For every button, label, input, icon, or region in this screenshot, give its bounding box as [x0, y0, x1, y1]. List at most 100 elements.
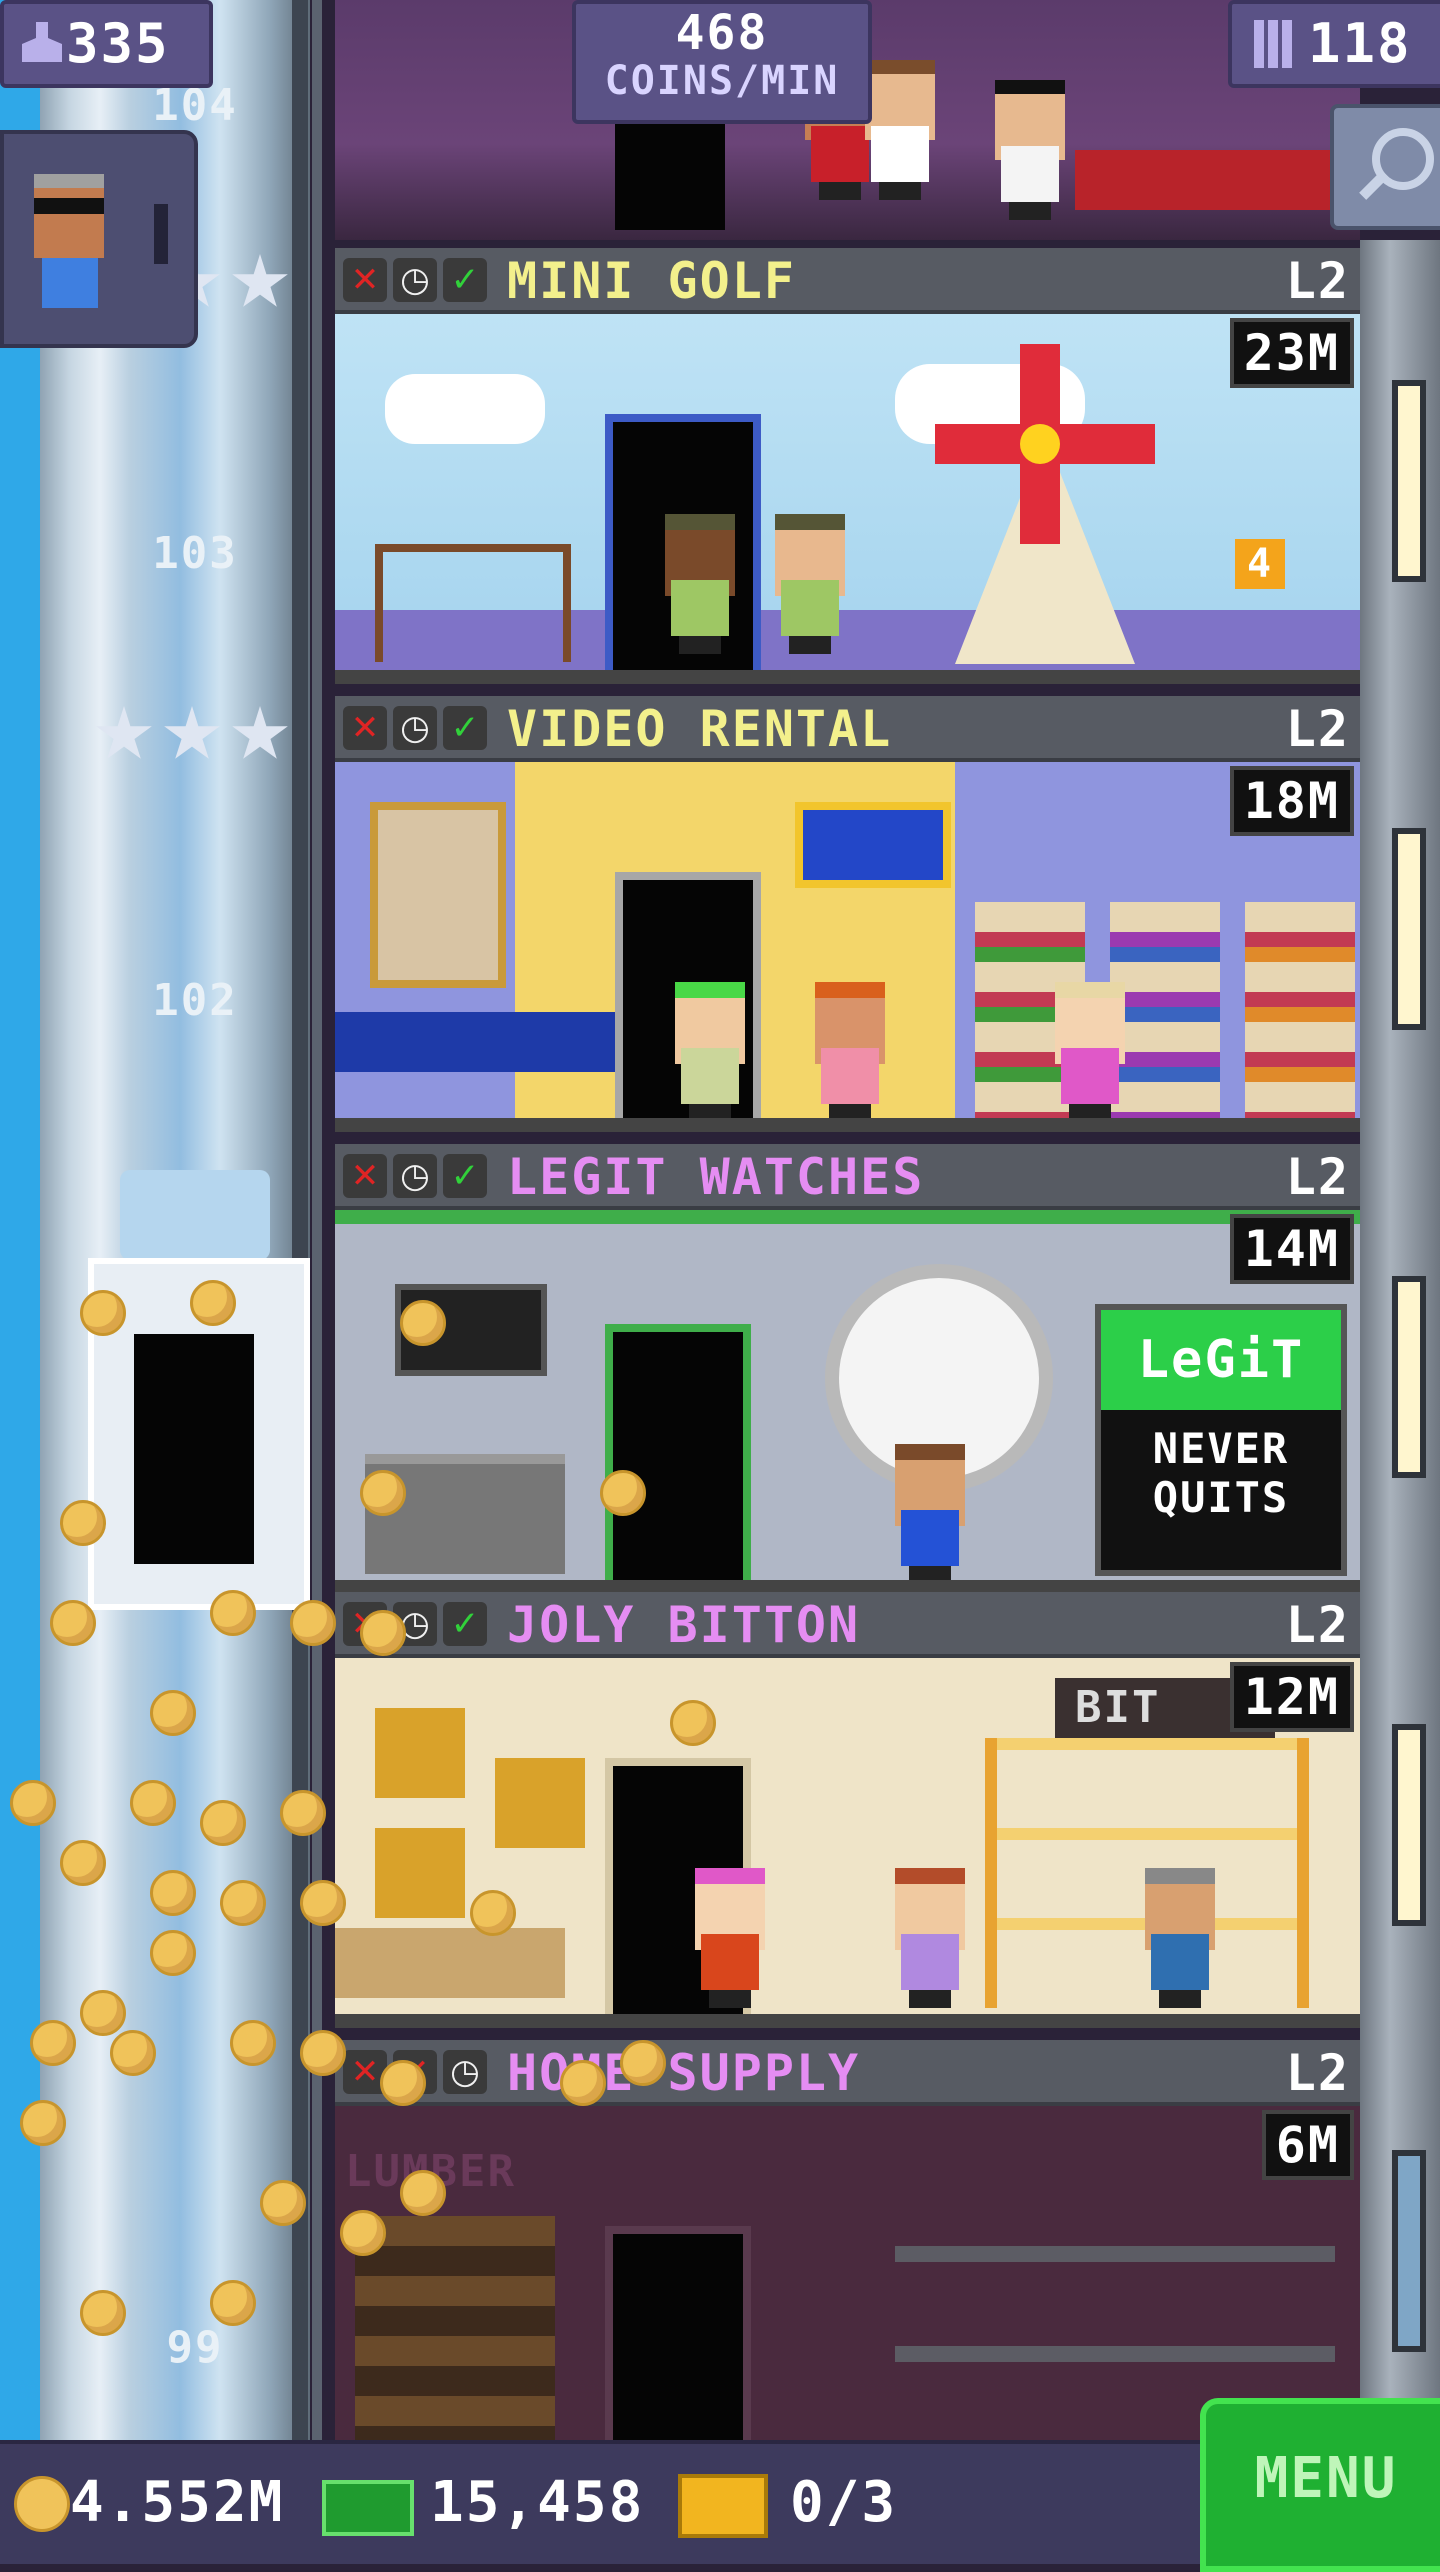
club-rack	[375, 544, 571, 662]
floor-income: 23M	[1229, 318, 1354, 388]
coin-icon	[130, 1780, 176, 1826]
building-icon	[1254, 20, 1294, 68]
floor-count-counter[interactable]: 118	[1228, 0, 1440, 88]
coin-icon	[150, 1870, 196, 1916]
coin-icon	[220, 1880, 266, 1926]
star-icon	[164, 706, 220, 759]
coin-icon	[560, 2060, 606, 2106]
coin-icon	[380, 2060, 426, 2106]
coin-icon	[60, 1840, 106, 1886]
coin-icon	[14, 2476, 70, 2532]
floor-number-label: 103	[152, 528, 238, 579]
bitizen[interactable]	[895, 1444, 965, 1584]
x-icon: ✕	[343, 1154, 387, 1198]
floor-mini-golf[interactable]: ✕ ◷ ✓ MINI GOLF L2 4 23M	[335, 248, 1360, 696]
floor-status-icons: ✕ ◷ ✓	[343, 1154, 487, 1198]
tool-shelf	[895, 2346, 1335, 2362]
bitizen[interactable]	[775, 514, 845, 654]
floor-status-icons: ✕ ◷ ✓	[343, 258, 487, 302]
bag-display	[495, 1758, 585, 1848]
coin-icon	[30, 2020, 76, 2066]
bitizen[interactable]	[895, 1868, 965, 2008]
coin-icon	[20, 2100, 66, 2146]
tool-shelf	[895, 2246, 1335, 2262]
floor-room: LeGiT NEVER QUITS	[335, 1210, 1360, 1594]
floor-room: LUMBER	[335, 2106, 1360, 2440]
star-icon	[232, 706, 288, 759]
floor-video-rental[interactable]: ✕ ◷ ✓ VIDEO RENTAL L2 18M	[335, 696, 1360, 1144]
bitizen-avatar	[34, 174, 104, 258]
bitizen[interactable]	[1055, 982, 1125, 1122]
coin-icon	[400, 1300, 446, 1346]
floor-home-supply[interactable]: ✕ ✕ ◷ HOME SUPPLY L2 LUMBER 6M	[335, 2040, 1360, 2440]
counter	[335, 1928, 565, 1998]
windmill-blades	[935, 344, 1155, 544]
floor-door	[615, 120, 725, 230]
check-icon: ✓	[443, 706, 487, 750]
search-button[interactable]	[1330, 104, 1440, 230]
poster	[370, 802, 506, 988]
coin-icon	[80, 2290, 126, 2336]
clock-icon: ◷	[393, 1154, 437, 1198]
population-value: 335	[66, 12, 170, 75]
bitizen[interactable]	[675, 982, 745, 1122]
floor-room: BIT	[335, 1658, 1360, 2028]
person-icon	[22, 22, 62, 62]
wall-light	[1392, 2150, 1426, 2352]
elevator-cable-housing	[120, 1170, 270, 1260]
floor-income: 14M	[1229, 1214, 1354, 1284]
coin-icon	[210, 2280, 256, 2326]
lumber-rack	[355, 2216, 555, 2440]
hole-number-sign: 4	[1235, 539, 1285, 589]
legit-sign: LeGiT NEVER QUITS	[1095, 1304, 1347, 1576]
coins-value: 4.552M	[70, 2470, 285, 2535]
bitizen[interactable]	[695, 1868, 765, 2008]
floor-name: MINI GOLF	[507, 252, 796, 310]
floor-level: L2	[1285, 252, 1350, 310]
bitizen[interactable]	[1145, 1868, 1215, 2008]
floor-income: 18M	[1229, 766, 1354, 836]
floor-level: L2	[1285, 1596, 1350, 1654]
check-icon: ✓	[443, 258, 487, 302]
video-shelf	[1110, 902, 1220, 1122]
coin-icon	[80, 1290, 126, 1336]
floor-header: ✕ ◷ ✓ LEGIT WATCHES L2	[335, 1144, 1360, 1210]
bag-display	[375, 1828, 465, 1918]
chests-value: 0/3	[790, 2470, 898, 2535]
wall-light	[1392, 1276, 1426, 1478]
floor-legit-watches[interactable]: ✕ ◷ ✓ LEGIT WATCHES L2 LeGiT NEVER QUITS…	[335, 1144, 1360, 1594]
coin-icon	[260, 2180, 306, 2226]
display-case	[365, 1454, 565, 1574]
vip-bitizen-card[interactable]	[0, 130, 198, 348]
bitizen[interactable]	[665, 514, 735, 654]
menu-button[interactable]: MENU	[1200, 2398, 1440, 2572]
star-icon	[96, 706, 152, 759]
x-icon: ✕	[343, 258, 387, 302]
bitizen[interactable]	[865, 60, 935, 200]
coin-icon	[340, 2210, 386, 2256]
bux-icon	[322, 2480, 414, 2536]
wall-light	[1392, 828, 1426, 1030]
coins-per-min-panel[interactable]: 468 COINS/MIN	[572, 0, 872, 124]
floor-count-value: 118	[1308, 12, 1412, 75]
coin-icon	[300, 1880, 346, 1926]
population-counter[interactable]: 335	[0, 0, 213, 88]
coin-icon	[80, 1990, 126, 2036]
floor-header: ✕ ◷ ✓ MINI GOLF L2	[335, 248, 1360, 314]
coin-icon	[150, 1930, 196, 1976]
coins-per-min-unit: COINS/MIN	[604, 58, 840, 104]
floor-joly-bitton[interactable]: ✕ ◷ ✓ JOLY BITTON L2 BIT 12M	[335, 1592, 1360, 2040]
coin-icon	[600, 1470, 646, 1516]
coins-per-min-value: 468	[675, 5, 769, 61]
clock-icon: ◷	[443, 2050, 487, 2094]
bitizen[interactable]	[815, 982, 885, 1122]
shaft-rail	[292, 0, 308, 2440]
floor-name: LEGIT WATCHES	[507, 1148, 925, 1206]
floor-stars	[95, 706, 315, 764]
floor-level: L2	[1285, 700, 1350, 758]
bitizen[interactable]	[995, 80, 1065, 220]
floor-name: HOME SUPPLY	[507, 2044, 861, 2102]
bux-value: 15,458	[430, 2470, 645, 2535]
bag-display	[375, 1708, 465, 1798]
coin-icon	[60, 1500, 106, 1546]
